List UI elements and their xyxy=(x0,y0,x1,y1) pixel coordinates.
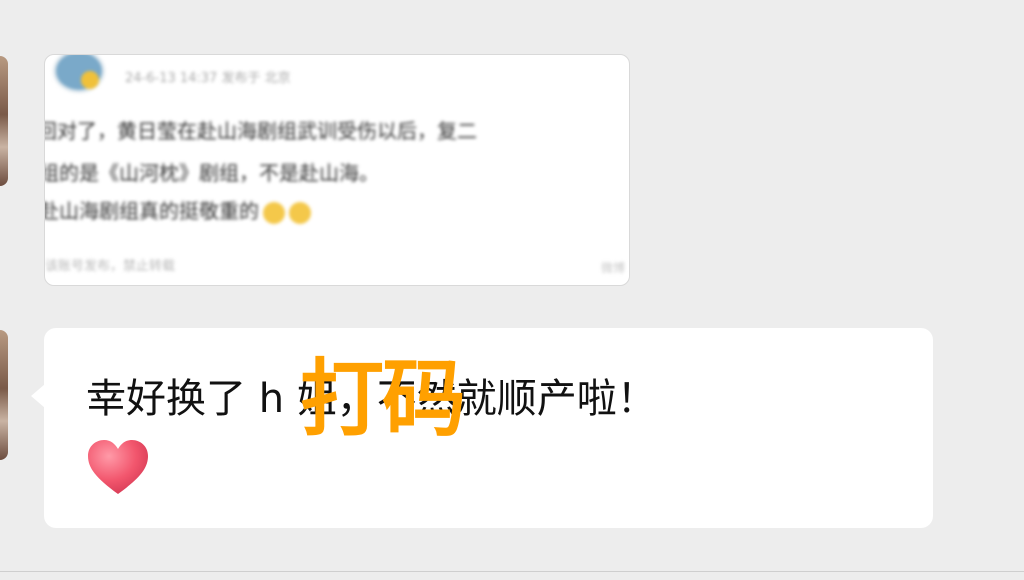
bottom-divider xyxy=(0,571,1024,572)
post-text-line: 回对了，黄日莹在赴山海剧组武训受伤以后，复二 xyxy=(44,119,477,143)
sender-avatar[interactable] xyxy=(0,56,8,186)
post-text-line: 组的是《山河枕》剧组，不是赴山海。 xyxy=(44,161,379,185)
smile-emoji-icon xyxy=(289,201,311,224)
post-avatar xyxy=(53,55,105,93)
post-text-line: 赴山海剧组真的挺敬重的 xyxy=(45,195,311,224)
post-footer: 该账号发布，禁止转载 xyxy=(45,259,176,274)
verified-badge-icon xyxy=(81,71,99,89)
redaction-overlay-text: 打码 xyxy=(300,350,466,448)
watermark: 微博 xyxy=(600,261,625,275)
text-message-bubble[interactable]: 幸好换了 h 姐，不然就顺产啦！ xyxy=(31,328,933,528)
smile-emoji-icon xyxy=(263,201,285,224)
heart-emoji-icon xyxy=(88,440,148,494)
post-meta: 24-6-13 14:37 发布于 北京 xyxy=(125,71,291,86)
image-message[interactable]: 24-6-13 14:37 发布于 北京 回对了，黄日莹在赴山海剧组武训受伤以后… xyxy=(44,54,630,286)
sender-avatar[interactable] xyxy=(0,330,8,460)
screenshot-image: 24-6-13 14:37 发布于 北京 回对了，黄日莹在赴山海剧组武训受伤以后… xyxy=(45,55,629,285)
